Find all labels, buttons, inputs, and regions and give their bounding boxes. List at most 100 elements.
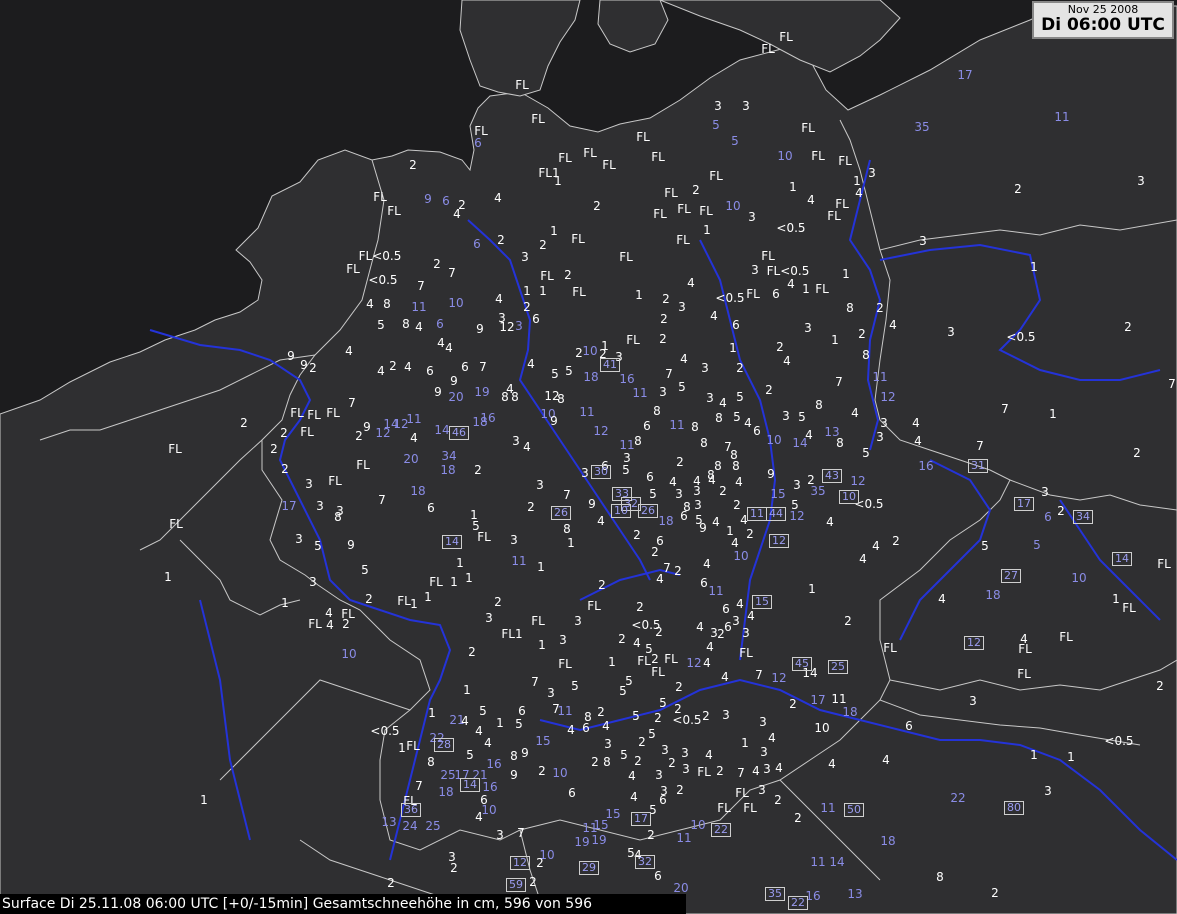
station-value: 4 <box>736 597 744 611</box>
station-value: 18 <box>472 415 488 429</box>
station-value: 8 <box>732 459 740 473</box>
station-value: 6 <box>700 576 708 590</box>
station-value: 2 <box>654 711 662 725</box>
station-value: 4 <box>602 719 610 733</box>
station-value: <0.5 <box>1006 330 1036 344</box>
station-value: 5 <box>551 367 559 381</box>
station-value: 1 <box>538 638 546 652</box>
station-value: 3 <box>678 300 686 314</box>
station-value: 3 <box>742 99 750 113</box>
station-value: FL <box>1017 667 1031 681</box>
station-value: 1 <box>465 571 473 585</box>
station-value: 4 <box>882 753 890 767</box>
station-value: FL <box>515 78 529 92</box>
station-value: 3 <box>485 611 493 625</box>
station-value-boxed: 50 <box>844 803 864 817</box>
station-value: 8 <box>427 755 435 769</box>
station-value: 2 <box>844 614 852 628</box>
station-value: 6 <box>474 136 482 150</box>
station-value: 22 <box>950 791 966 805</box>
station-value: 6 <box>643 419 651 433</box>
station-value: 2 <box>389 359 397 373</box>
station-value: 19 <box>591 833 607 847</box>
station-value: 2 <box>497 233 505 247</box>
station-value: FL <box>743 801 757 815</box>
station-value: 19 <box>574 835 590 849</box>
station-value: 34 <box>441 449 457 463</box>
station-value: 20 <box>448 390 464 404</box>
station-value: 11 <box>810 855 826 869</box>
station-value: FL <box>531 614 545 628</box>
station-value: 1 <box>802 282 810 296</box>
station-value: 4 <box>752 764 760 778</box>
station-value: 1 <box>608 655 616 669</box>
station-value: 7 <box>563 488 571 502</box>
station-value: 2 <box>736 361 744 375</box>
station-value: 6 <box>1044 510 1052 524</box>
station-value: 2 <box>892 534 900 548</box>
station-value: 11 <box>511 554 527 568</box>
station-value: 11 <box>406 412 422 426</box>
station-value: <0.5 <box>1104 734 1134 748</box>
station-value: 7 <box>517 826 525 840</box>
station-value: 8 <box>634 434 642 448</box>
station-value: 2 <box>733 498 741 512</box>
station-value: 15 <box>770 487 786 501</box>
station-value: FL <box>801 121 815 135</box>
station-value: 3 <box>759 715 767 729</box>
station-value: 7 <box>663 561 671 575</box>
station-value: FL <box>779 30 793 44</box>
station-value: 4 <box>768 731 776 745</box>
station-value-boxed: 15 <box>752 595 772 609</box>
station-value: 2 <box>281 462 289 476</box>
station-value: 3 <box>751 263 759 277</box>
station-value: 4 <box>475 810 483 824</box>
station-value: <0.5 <box>672 713 702 727</box>
station-value: 4 <box>703 557 711 571</box>
station-value: 14 <box>829 855 845 869</box>
station-value: 18 <box>410 484 426 498</box>
station-value: 2 <box>597 705 605 719</box>
station-value: FL <box>308 617 322 631</box>
station-value: 2 <box>774 793 782 807</box>
station-value: 4 <box>828 757 836 771</box>
snow-depth-map[interactable]: FL FL 3 3 5 5 FL FL FL 6 FL FL FL FL FL FL1 1 2 FL FL 9 6 2 4 4 2… <box>0 0 1177 914</box>
station-value: FL <box>838 154 852 168</box>
station-value: 2 <box>675 680 683 694</box>
station-value: FL <box>761 42 775 56</box>
station-value: 2 <box>794 811 802 825</box>
station-value: 3 <box>722 708 730 722</box>
station-value: 3 <box>804 321 812 335</box>
station-value: 3 <box>947 325 955 339</box>
station-value: 1 <box>410 597 418 611</box>
station-value: 4 <box>783 354 791 368</box>
station-value: 6 <box>680 509 688 523</box>
station-value: FL <box>699 204 713 218</box>
status-bar: Surface Di 25.11.08 06:00 UTC [+0/-15min… <box>0 894 686 914</box>
station-value: 3 <box>604 737 612 751</box>
station-value-boxed: 11 <box>747 507 767 521</box>
station-value: 9 <box>450 374 458 388</box>
station-value: 11 <box>632 386 648 400</box>
station-value: 2 <box>647 828 655 842</box>
station-value: FL1 <box>501 627 523 641</box>
station-value: FL <box>406 739 420 753</box>
station-value: 17 <box>281 499 297 513</box>
station-value-boxed: 12 <box>964 636 984 650</box>
station-value: 10 <box>725 199 741 213</box>
station-value: 8 <box>700 436 708 450</box>
station-value-boxed: 25 <box>828 660 848 674</box>
station-value: 2 <box>716 764 724 778</box>
station-value: 6 <box>724 620 732 634</box>
station-value: 4 <box>506 382 514 396</box>
station-value-boxed: 26 <box>638 504 658 518</box>
station-value: 8 <box>402 317 410 331</box>
station-value: 1 <box>741 736 749 750</box>
land-areas <box>0 0 1177 914</box>
station-value: 8 <box>715 411 723 425</box>
station-value: 2 <box>387 876 395 890</box>
station-value: 5 <box>659 696 667 710</box>
station-value: 4 <box>453 207 461 221</box>
station-value: 6 <box>442 194 450 208</box>
station-value: 6 <box>461 360 469 374</box>
